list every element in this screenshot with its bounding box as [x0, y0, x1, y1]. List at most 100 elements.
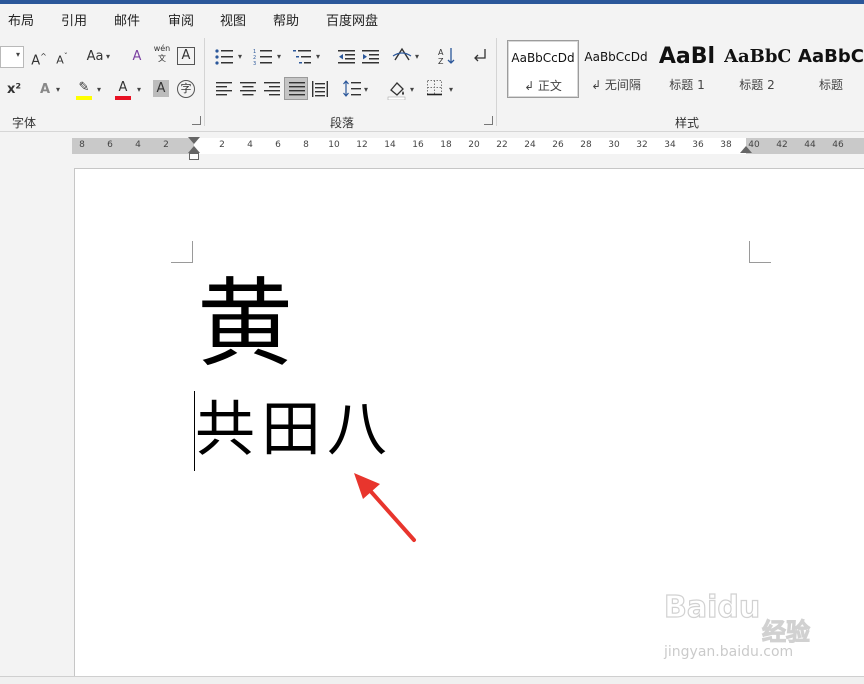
style-heading-1-preview: AaBl	[658, 44, 716, 69]
change-case-button[interactable]: Aa	[84, 47, 106, 67]
svg-text:3: 3	[253, 61, 256, 66]
style-no-spacing-name: ↲ 无间隔	[591, 78, 641, 92]
font-dialog-launcher[interactable]	[192, 116, 201, 125]
crop-mark-top-right	[749, 241, 771, 263]
chevron-down-icon: ▾	[364, 85, 369, 94]
ruler-number: 32	[636, 140, 648, 150]
char-shading-button[interactable]: A	[153, 80, 169, 97]
multilevel-list-button[interactable]	[292, 48, 314, 66]
ruler-number: 22	[496, 140, 508, 150]
clear-format-button[interactable]: A	[128, 47, 146, 67]
style-normal-preview: AaBbCcDd	[511, 51, 575, 65]
ruler-number: 6	[107, 140, 113, 150]
menu-mailings[interactable]: 邮件	[114, 10, 140, 29]
ruler-number: 24	[524, 140, 536, 150]
style-normal-name: ↲ 正文	[524, 79, 562, 93]
ruler-number: 28	[580, 140, 592, 150]
menu-references[interactable]: 引用	[61, 10, 87, 29]
right-indent-marker[interactable]	[740, 146, 752, 153]
font-group-label: 字体	[12, 116, 37, 130]
ruler-number: 34	[664, 140, 676, 150]
ruler-number: 10	[328, 140, 340, 150]
font-color-button[interactable]: A	[114, 78, 132, 100]
hanging-indent-marker[interactable]	[188, 146, 200, 153]
char-border-button[interactable]: A	[177, 47, 195, 65]
shrink-font-button[interactable]: Aˇ	[53, 47, 71, 67]
chevron-down-icon: ▾	[97, 85, 102, 94]
paragraph-dialog-launcher[interactable]	[484, 116, 493, 125]
baidu-jingyan-watermark: Baidu 经验 jingyan.baidu.com	[663, 589, 824, 666]
grow-font-button[interactable]: A^	[30, 47, 48, 68]
numbering-button[interactable]: 1 2 3	[253, 48, 275, 66]
style-heading-2-preview: AaBbC	[724, 46, 790, 67]
style-heading-2[interactable]: AaBbC 标题 2	[724, 40, 790, 98]
paragraph-group-label: 段落	[330, 116, 355, 130]
crop-mark-top-left	[171, 241, 193, 263]
ruler-number: 8	[79, 140, 85, 150]
justify-icon	[289, 82, 305, 96]
svg-text:A: A	[438, 48, 444, 57]
ruler-number: 2	[163, 140, 169, 150]
ruler-number: 44	[804, 140, 816, 150]
style-title-name: 标题	[818, 78, 843, 92]
chevron-down-icon: ▾	[56, 85, 61, 94]
component-characters: 共田八	[195, 395, 393, 465]
status-bar	[0, 676, 864, 684]
bullets-button[interactable]	[214, 48, 236, 66]
increase-indent-button[interactable]	[361, 48, 381, 66]
first-line-indent-marker[interactable]	[188, 137, 200, 144]
ruler-number: 14	[384, 140, 396, 150]
style-no-spacing[interactable]: AaBbCcDd ↲ 无间隔	[580, 40, 652, 98]
ruler-number: 18	[440, 140, 452, 150]
horizontal-ruler[interactable]: 8 6 4 2 2 4 6 8 10 12 14 16 18 20 22 24 26 28 30 32 34 36 38 40…	[72, 137, 864, 160]
ruler-number: 38	[720, 140, 732, 150]
menu-view[interactable]: 视图	[220, 10, 246, 29]
ruler-number: 26	[552, 140, 564, 150]
ribbon: ▾ A^ Aˇ Aa ▾ A wén 文 A x² A ▾ ✎ ▾ A ▾ A 字…	[0, 34, 864, 132]
ruler-number: 4	[247, 140, 253, 150]
chevron-down-icon: ▾	[415, 52, 420, 61]
phonetic-guide-button[interactable]: wén 文	[152, 44, 172, 64]
ruler-number: 4	[135, 140, 141, 150]
align-left-button[interactable]	[215, 81, 233, 97]
svg-text:Z: Z	[438, 57, 444, 66]
highlight-color-swatch	[76, 96, 92, 100]
highlight-button[interactable]: ✎	[74, 78, 94, 100]
align-right-button[interactable]	[263, 81, 281, 97]
justify-button[interactable]	[284, 77, 308, 100]
ruler-number: 12	[356, 140, 368, 150]
ruler-number: 46	[832, 140, 844, 150]
font-color-swatch	[115, 96, 131, 100]
menu-help[interactable]: 帮助	[273, 10, 299, 29]
watermark-cn: 经验	[762, 618, 811, 647]
menu-baidu-netdisk[interactable]: 百度网盘	[326, 10, 378, 29]
style-title[interactable]: AaBbC 标题	[798, 40, 864, 98]
show-formatting-button[interactable]	[470, 46, 488, 66]
shading-button[interactable]	[386, 78, 408, 100]
style-heading-1-name: 标题 1	[669, 78, 705, 92]
enclose-char-button[interactable]: 字	[177, 80, 195, 98]
align-center-button[interactable]	[239, 81, 257, 97]
annotation-arrow-icon	[354, 473, 416, 542]
left-indent-marker[interactable]	[189, 153, 199, 160]
distributed-button[interactable]	[311, 80, 329, 98]
ruler-number: 36	[692, 140, 704, 150]
superscript-button[interactable]: x²	[4, 80, 24, 100]
borders-button[interactable]	[426, 79, 444, 97]
menu-review[interactable]: 审阅	[168, 10, 194, 29]
sort-button[interactable]: A Z	[437, 46, 457, 66]
text-effects-button[interactable]: A	[36, 80, 54, 100]
watermark-logo: Baidu	[663, 589, 761, 625]
menu-layout[interactable]: 布局	[8, 10, 34, 29]
chinese-layout-button[interactable]	[392, 46, 414, 66]
watermark-url: jingyan.baidu.com	[664, 644, 794, 660]
style-normal[interactable]: AaBbCcDd ↲ 正文	[507, 40, 579, 98]
ruler-number: 42	[776, 140, 788, 150]
style-heading-1[interactable]: AaBl 标题 1	[654, 40, 720, 98]
decrease-indent-button[interactable]	[337, 48, 357, 66]
group-separator	[204, 38, 205, 126]
line-spacing-button[interactable]	[342, 79, 362, 99]
chevron-down-icon: ▾	[238, 52, 243, 61]
font-size-select[interactable]: ▾	[0, 46, 24, 68]
chevron-down-icon: ▾	[106, 52, 111, 61]
